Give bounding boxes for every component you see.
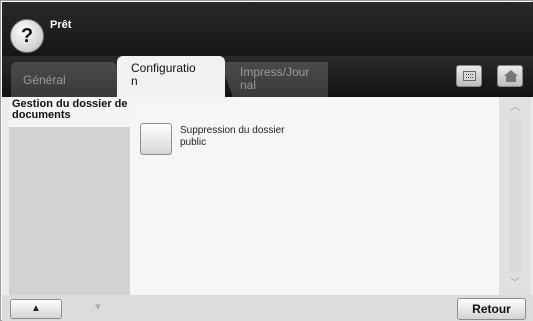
- content-area: Gestion du dossier de documents Suppress…: [2, 97, 533, 321]
- settings-panel: Suppression du dossier public: [130, 97, 499, 295]
- arrow-down-icon: ▼: [93, 302, 103, 313]
- help-button[interactable]: ?: [10, 19, 44, 53]
- nav-down-button[interactable]: ▼: [72, 299, 124, 319]
- category-title[interactable]: Gestion du dossier de documents: [9, 97, 130, 127]
- screen-frame: ? Prêt Général Impress/Jour nal Configur…: [0, 0, 533, 321]
- tab-print-log-label: Impress/Jour nal: [240, 65, 310, 92]
- help-icon: ?: [20, 24, 34, 47]
- scroll-up-icon[interactable]: ︿: [508, 101, 522, 115]
- back-button[interactable]: Retour: [457, 298, 526, 320]
- setting-item-delete-public-folder: Suppression du dossier public: [140, 123, 360, 157]
- status-bar: ? Prêt: [2, 2, 533, 56]
- scroll-track[interactable]: [509, 119, 521, 273]
- tab-configuration-label: Configuratio n: [131, 61, 196, 88]
- scroll-down-icon[interactable]: ﹀: [508, 277, 522, 291]
- arrow-up-icon: ▲: [31, 303, 41, 314]
- nav-up-button[interactable]: ▲: [10, 299, 62, 319]
- bottom-bar: ▲ ▼ Retour: [2, 295, 533, 321]
- delete-public-folder-button[interactable]: [140, 123, 172, 155]
- scrollbar[interactable]: ︿ ﹀: [499, 97, 531, 295]
- tab-print-log[interactable]: Impress/Jour nal: [220, 62, 328, 97]
- home-icon: [504, 70, 518, 82]
- tab-bar: Général Impress/Jour nal Configuratio n: [2, 56, 533, 97]
- home-button[interactable]: [497, 65, 523, 87]
- tab-general-label: Général: [23, 73, 66, 87]
- status-text: Prêt: [50, 19, 72, 31]
- keyboard-icon: [463, 71, 476, 81]
- keyboard-button[interactable]: [456, 65, 482, 87]
- category-panel: Gestion du dossier de documents: [9, 97, 130, 295]
- setting-label: Suppression du dossier public: [180, 125, 285, 148]
- tab-configuration[interactable]: Configuratio n: [117, 56, 225, 97]
- tab-general[interactable]: Général: [11, 62, 117, 97]
